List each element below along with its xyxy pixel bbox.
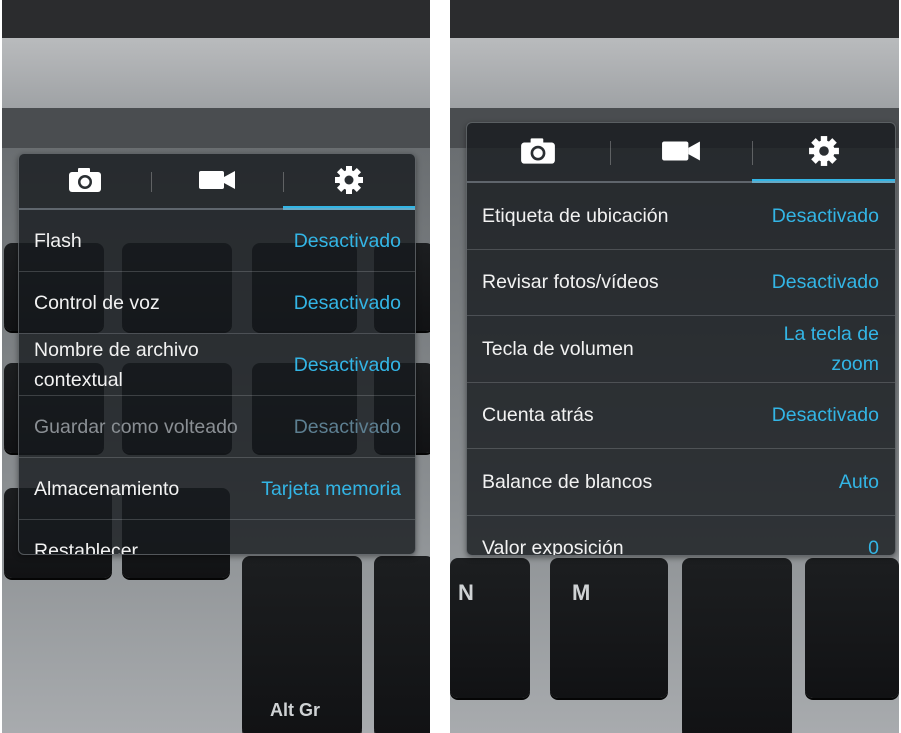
mode-tabs — [19, 154, 415, 210]
setting-exposure[interactable]: Valor exposición 0 — [467, 516, 895, 556]
settings-panel: Etiqueta de ubicación Desactivado Revisa… — [466, 122, 896, 556]
laptop-deck — [2, 38, 430, 108]
setting-value: La tecla de zoom — [783, 322, 879, 375]
tab-settings[interactable] — [283, 154, 415, 210]
tab-settings[interactable] — [752, 123, 895, 183]
setting-flash[interactable]: Flash Desactivado — [19, 210, 415, 272]
tab-camera[interactable] — [19, 154, 151, 210]
setting-timer[interactable]: Cuenta atrás Desactivado — [467, 383, 895, 449]
setting-storage[interactable]: Almacenamiento Tarjeta memoria — [19, 458, 415, 520]
setting-label: Control de voz — [34, 291, 160, 314]
setting-value: Desactivado — [293, 353, 401, 376]
keyboard-key — [374, 556, 430, 733]
key-label: N — [458, 580, 474, 605]
setting-label: Restablecer — [34, 540, 139, 555]
setting-value: Tarjeta memoria — [261, 477, 401, 500]
key-label: Alt Gr — [270, 700, 321, 720]
setting-value: 0 — [868, 537, 879, 556]
mode-tabs — [467, 123, 895, 183]
setting-location-tag[interactable]: Etiqueta de ubicación Desactivado — [467, 183, 895, 250]
key-label: M — [572, 580, 591, 605]
setting-label: Etiqueta de ubicación — [482, 204, 669, 227]
laptop-deck — [450, 38, 899, 108]
setting-label: Guardar como volteado — [34, 415, 238, 438]
camera-screenshot-right: N M Etiqueta de ubicación Desactivado Re… — [450, 0, 899, 733]
setting-label: Nombre de archivo contextual — [34, 338, 199, 391]
setting-label: Revisar fotos/vídeos — [482, 271, 659, 294]
setting-label: Cuenta atrás — [482, 404, 594, 427]
setting-label: Flash — [34, 229, 82, 252]
tab-video[interactable] — [609, 123, 753, 183]
keyboard-key — [805, 558, 899, 698]
tab-video[interactable] — [151, 154, 283, 210]
setting-label: Tecla de volumen — [482, 337, 634, 360]
settings-list: Flash Desactivado Control de voz Desacti… — [19, 210, 415, 555]
laptop-bezel — [2, 0, 430, 38]
setting-label: Balance de blancos — [482, 470, 653, 493]
setting-value: Desactivado — [771, 271, 879, 294]
setting-value: Desactivado — [771, 204, 879, 227]
setting-value: Desactivado — [293, 291, 401, 314]
gear-icon — [334, 165, 364, 200]
setting-label: Almacenamiento — [34, 477, 180, 500]
camera-icon — [519, 136, 557, 171]
setting-reset[interactable]: Restablecer — [19, 520, 415, 555]
setting-value: Desactivado — [771, 404, 879, 427]
setting-voice-control[interactable]: Control de voz Desactivado — [19, 272, 415, 334]
setting-volume-key[interactable]: Tecla de volumen La tecla de zoom — [467, 316, 895, 383]
setting-contextual-filename[interactable]: Nombre de archivo contextual Desactivado — [19, 334, 415, 396]
keyboard-key — [682, 558, 792, 733]
video-camera-icon — [661, 138, 701, 169]
settings-panel: Flash Desactivado Control de voz Desacti… — [18, 153, 416, 555]
keyboard-key — [450, 558, 530, 698]
setting-save-flipped: Guardar como volteado Desactivado — [19, 396, 415, 458]
setting-label: Valor exposición — [482, 537, 624, 556]
gear-icon — [808, 135, 840, 172]
setting-review-photos[interactable]: Revisar fotos/vídeos Desactivado — [467, 250, 895, 316]
camera-icon — [67, 166, 103, 199]
setting-value: Auto — [838, 470, 879, 493]
setting-white-balance[interactable]: Balance de blancos Auto — [467, 449, 895, 516]
setting-value: Desactivado — [293, 415, 401, 438]
laptop-bezel — [450, 0, 899, 38]
setting-value: Desactivado — [293, 229, 401, 252]
function-key-row — [2, 108, 430, 148]
keyboard-key — [550, 558, 668, 698]
camera-screenshot-left: Alt Gr Flash Desactivado Control de voz … — [2, 0, 430, 733]
settings-list: Etiqueta de ubicación Desactivado Revisa… — [467, 183, 895, 556]
video-camera-icon — [198, 168, 236, 197]
tab-camera[interactable] — [467, 123, 610, 183]
